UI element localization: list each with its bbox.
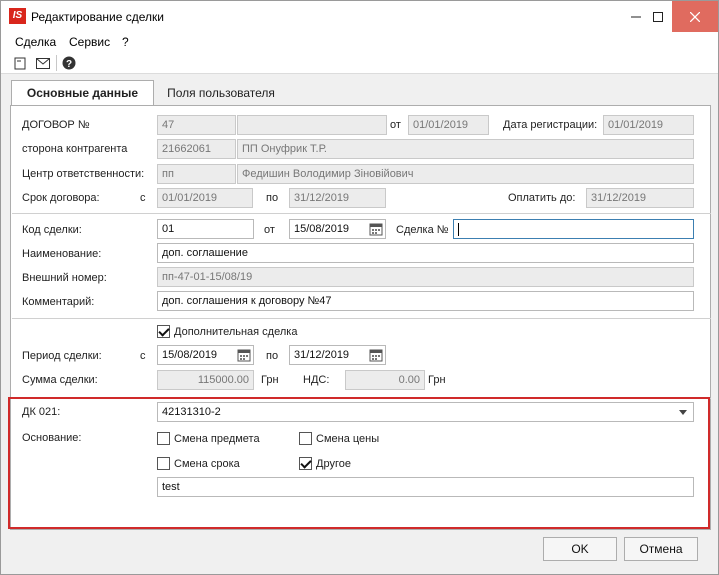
calendar-icon[interactable]: [369, 348, 383, 362]
deal-period-label: Период сделки:: [22, 350, 102, 362]
deal-number-input[interactable]: [453, 219, 694, 239]
deal-sum-currency: Грн: [261, 374, 279, 386]
contract-term-from-label: с: [140, 192, 146, 204]
deal-period-from-value: 15/08/2019: [162, 349, 218, 361]
counterparty-label: сторона контрагента: [22, 143, 128, 155]
responsibility-center-label: Центр ответственности:: [22, 168, 145, 180]
deal-sum-field: 115000.00: [157, 370, 254, 390]
contract-term-label: Срок договора:: [22, 192, 100, 204]
comment-label: Комментарий:: [22, 296, 95, 308]
responsibility-center-code-field: пп: [157, 164, 236, 184]
deal-date-input[interactable]: 15/08/2019: [289, 219, 386, 239]
deal-sum-label: Сумма сделки:: [22, 374, 98, 386]
deal-period-to-input[interactable]: 31/12/2019: [289, 345, 386, 365]
vat-label: НДС:: [303, 374, 330, 386]
deal-date-value: 15/08/2019: [294, 223, 350, 235]
document-icon: [14, 57, 26, 69]
deal-code-label: Код сделки:: [22, 224, 82, 236]
title-bar: IS Редактирование сделки: [1, 1, 718, 32]
help-button[interactable]: ?: [59, 54, 79, 72]
registration-date-label: Дата регистрации:: [503, 119, 598, 131]
tab-strip: Основные данные Поля пользователя: [1, 74, 718, 105]
section-divider: [12, 213, 711, 214]
menu-deal[interactable]: Сделка: [15, 35, 56, 49]
minimize-icon: [631, 16, 641, 17]
help-icon: ?: [62, 56, 76, 70]
maximize-button[interactable]: [641, 1, 675, 32]
toolbar-separator: [56, 55, 57, 71]
external-number-label: Внешний номер:: [22, 272, 107, 284]
mail-icon: [36, 57, 50, 69]
maximize-icon: [653, 11, 663, 22]
contract-term-to-field: 31/12/2019: [289, 188, 386, 208]
external-number-field: пп-47-01-15/08/19: [157, 267, 694, 287]
contract-date-label: от: [390, 119, 401, 131]
deal-period-to-label: по: [266, 350, 279, 362]
additional-deal-label: Дополнительная сделка: [174, 326, 298, 338]
pay-until-label: Оплатить до:: [508, 192, 576, 204]
menu-service[interactable]: Сервис: [69, 35, 110, 49]
text-cursor: [458, 222, 459, 236]
counterparty-name-field: ПП Онуфрик Т.Р.: [237, 139, 694, 159]
tab-main-data[interactable]: Основные данные: [11, 80, 154, 105]
deal-name-label: Наименование:: [22, 248, 102, 260]
deal-code-input[interactable]: 01: [157, 219, 254, 239]
deal-date-label: от: [264, 224, 275, 236]
dialog-window: IS Редактирование сделки Сделка Сервис ?…: [0, 0, 719, 575]
vat-currency: Грн: [428, 374, 446, 386]
deal-period-from-label: с: [140, 350, 146, 362]
menu-bar: Сделка Сервис ?: [1, 32, 718, 52]
highlight-frame: [8, 397, 710, 529]
toolbar: ?: [1, 52, 718, 74]
app-logo-icon: IS: [9, 8, 26, 24]
close-icon: [690, 11, 700, 22]
additional-deal-checkbox[interactable]: [157, 325, 170, 338]
contract-term-from-field: 01/01/2019: [157, 188, 253, 208]
cancel-button[interactable]: Отмена: [624, 537, 698, 561]
mail-button[interactable]: [33, 54, 53, 72]
ok-button[interactable]: OK: [543, 537, 617, 561]
document-button[interactable]: [10, 54, 30, 72]
deal-period-from-input[interactable]: 15/08/2019: [157, 345, 254, 365]
menu-help[interactable]: ?: [122, 35, 129, 49]
deal-name-input[interactable]: доп. соглашение: [157, 243, 694, 263]
contract-date-field: 01/01/2019: [408, 115, 489, 135]
window-title: Редактирование сделки: [31, 10, 164, 24]
contract-term-to-label: по: [266, 192, 279, 204]
vat-field: 0.00: [345, 370, 425, 390]
registration-date-field: 01/01/2019: [603, 115, 694, 135]
svg-text:?: ?: [66, 59, 72, 70]
contract-number-field: 47: [157, 115, 236, 135]
tab-user-fields[interactable]: Поля пользователя: [161, 82, 281, 104]
contract-number-extra-field: [237, 115, 387, 135]
pay-until-field: 31/12/2019: [586, 188, 694, 208]
responsibility-center-name-field: Федишин Володимир Зіновійович: [237, 164, 694, 184]
contract-number-label: ДОГОВОР №: [22, 119, 90, 131]
deal-number-label: Сделка №: [396, 224, 449, 236]
close-button[interactable]: [672, 1, 718, 32]
comment-input[interactable]: доп. соглашения к договору №47: [157, 291, 694, 311]
counterparty-code-field: 21662061: [157, 139, 236, 159]
section-divider: [12, 318, 711, 319]
deal-period-to-value: 31/12/2019: [294, 349, 350, 361]
calendar-icon[interactable]: [237, 348, 251, 362]
calendar-icon[interactable]: [369, 222, 383, 236]
